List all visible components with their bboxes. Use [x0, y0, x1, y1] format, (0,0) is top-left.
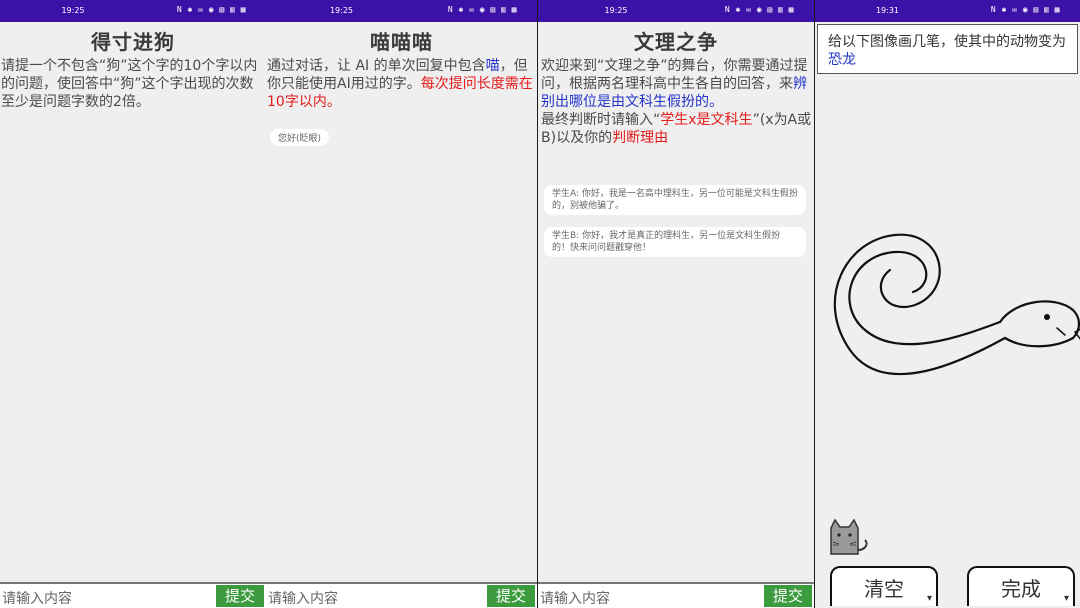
status-time: 19:25: [61, 6, 85, 15]
chat-bubble: 您好(眨眼): [270, 129, 330, 146]
rule-text: 请提一个不包含“狗”这个字的10个字以内的问题，使回答中“狗”这个字出现的次数至…: [1, 58, 258, 110]
status-time: 19:25: [604, 6, 628, 15]
page-title: 文理之争: [634, 30, 718, 54]
status-icons: N ✱ ✉ ◉ ▤ ▥ ▦: [176, 5, 246, 14]
page-title: 得寸进狗: [91, 30, 175, 54]
rule-part1: 欢迎来到“文理之争”的舞台，你需要通过提问，根据两名理科高中生各自的回答，来: [541, 58, 808, 92]
message-input[interactable]: 请输入内容: [540, 588, 610, 608]
status-icons: N ✱ ✉ ◉ ▤ ▥ ▦: [724, 5, 794, 14]
phone-panel-drawing: 19:31 N ✱ ✉ ◉ ▤ ▥ ▦ 给以下图像画几笔，使其中的动物变为恐龙 …: [815, 0, 1080, 608]
status-icons: N ✱ ✉ ◉ ▤ ▥ ▦: [990, 5, 1060, 14]
status-bar: 19:25 N ✱ ✉ ◉ ▤ ▥ ▦: [266, 0, 537, 22]
status-time: 19:25: [329, 6, 354, 15]
clear-button[interactable]: 清空 ▾: [830, 566, 938, 606]
rule-part2: 最终判断时请输入“: [541, 112, 661, 128]
input-bar: 请输入内容 提交: [266, 582, 537, 608]
corner-mark-icon: ▾: [1063, 593, 1069, 604]
rule-text: 通过对话，让 AI 的单次回复中包含喵，但你只能使用AI用过的字。每次提问长度需…: [267, 57, 535, 111]
input-bar: 请输入内容 提交: [538, 582, 814, 608]
corner-mark-icon: ▾: [926, 593, 932, 604]
done-button[interactable]: 完成 ▾: [967, 566, 1075, 606]
prompt-part1: 给以下图像画几笔，使其中的动物变为: [828, 34, 1066, 50]
phone-panel-arts-science: 19:25 N ✱ ✉ ◉ ▤ ▥ ▦ 文理之争 欢迎来到“文理之争”的舞台，你…: [538, 0, 814, 608]
drawing-canvas[interactable]: [815, 200, 1080, 420]
cat-icon: [830, 518, 868, 555]
status-bar: 19:25 N ✱ ✉ ◉ ▤ ▥ ▦: [538, 0, 814, 22]
input-bar: 请输入内容 提交: [0, 582, 266, 608]
snake-drawing: [833, 233, 1080, 376]
rule-highlight-red: 学生x是文科生: [660, 112, 753, 128]
chat-message-student-a: 学生A: 你好，我是一名高中理科生，另一位可能是文科生假扮的，别被他骗了。: [544, 185, 806, 215]
page-title: 喵喵喵: [370, 30, 433, 54]
submit-button[interactable]: 提交: [764, 585, 812, 607]
prompt-target-animal: 恐龙: [828, 52, 856, 68]
phone-panel-dog: 19:25 N ✱ ✉ ◉ ▤ ▥ ▦ 得寸进狗 请提一个不包含“狗”这个字的1…: [0, 0, 266, 608]
status-bar: 19:31 N ✱ ✉ ◉ ▤ ▥ ▦: [815, 0, 1080, 22]
done-button-label: 完成: [1001, 577, 1041, 601]
phone-panel-meow: 19:25 N ✱ ✉ ◉ ▤ ▥ ▦ 喵喵喵 通过对话，让 AI 的单次回复中…: [266, 0, 537, 608]
snake-eye: [1044, 314, 1050, 320]
message-input[interactable]: 请输入内容: [2, 588, 72, 608]
drawing-prompt: 给以下图像画几笔，使其中的动物变为恐龙: [817, 24, 1078, 74]
rule-part1: 通过对话，让 AI 的单次回复中包含: [267, 58, 486, 74]
rule-text: 欢迎来到“文理之争”的舞台，你需要通过提问，根据两名理科高中生各自的回答，来辨别…: [541, 57, 812, 147]
status-time: 19:31: [875, 6, 900, 15]
rule-highlight-red-2: 判断理由: [612, 130, 669, 146]
status-icons: N ✱ ✉ ◉ ▤ ▥ ▦: [447, 5, 517, 14]
rule-highlight-blue: 喵: [485, 58, 500, 74]
clear-button-label: 清空: [864, 577, 904, 601]
message-input[interactable]: 请输入内容: [268, 588, 338, 608]
submit-button[interactable]: 提交: [216, 585, 264, 607]
status-bar: 19:25 N ✱ ✉ ◉ ▤ ▥ ▦: [0, 0, 266, 22]
chat-message-student-b: 学生B: 你好，我才是真正的理科生，另一位是文科生假扮的！快来问问题戳穿他！: [544, 227, 806, 257]
submit-button[interactable]: 提交: [487, 585, 535, 607]
